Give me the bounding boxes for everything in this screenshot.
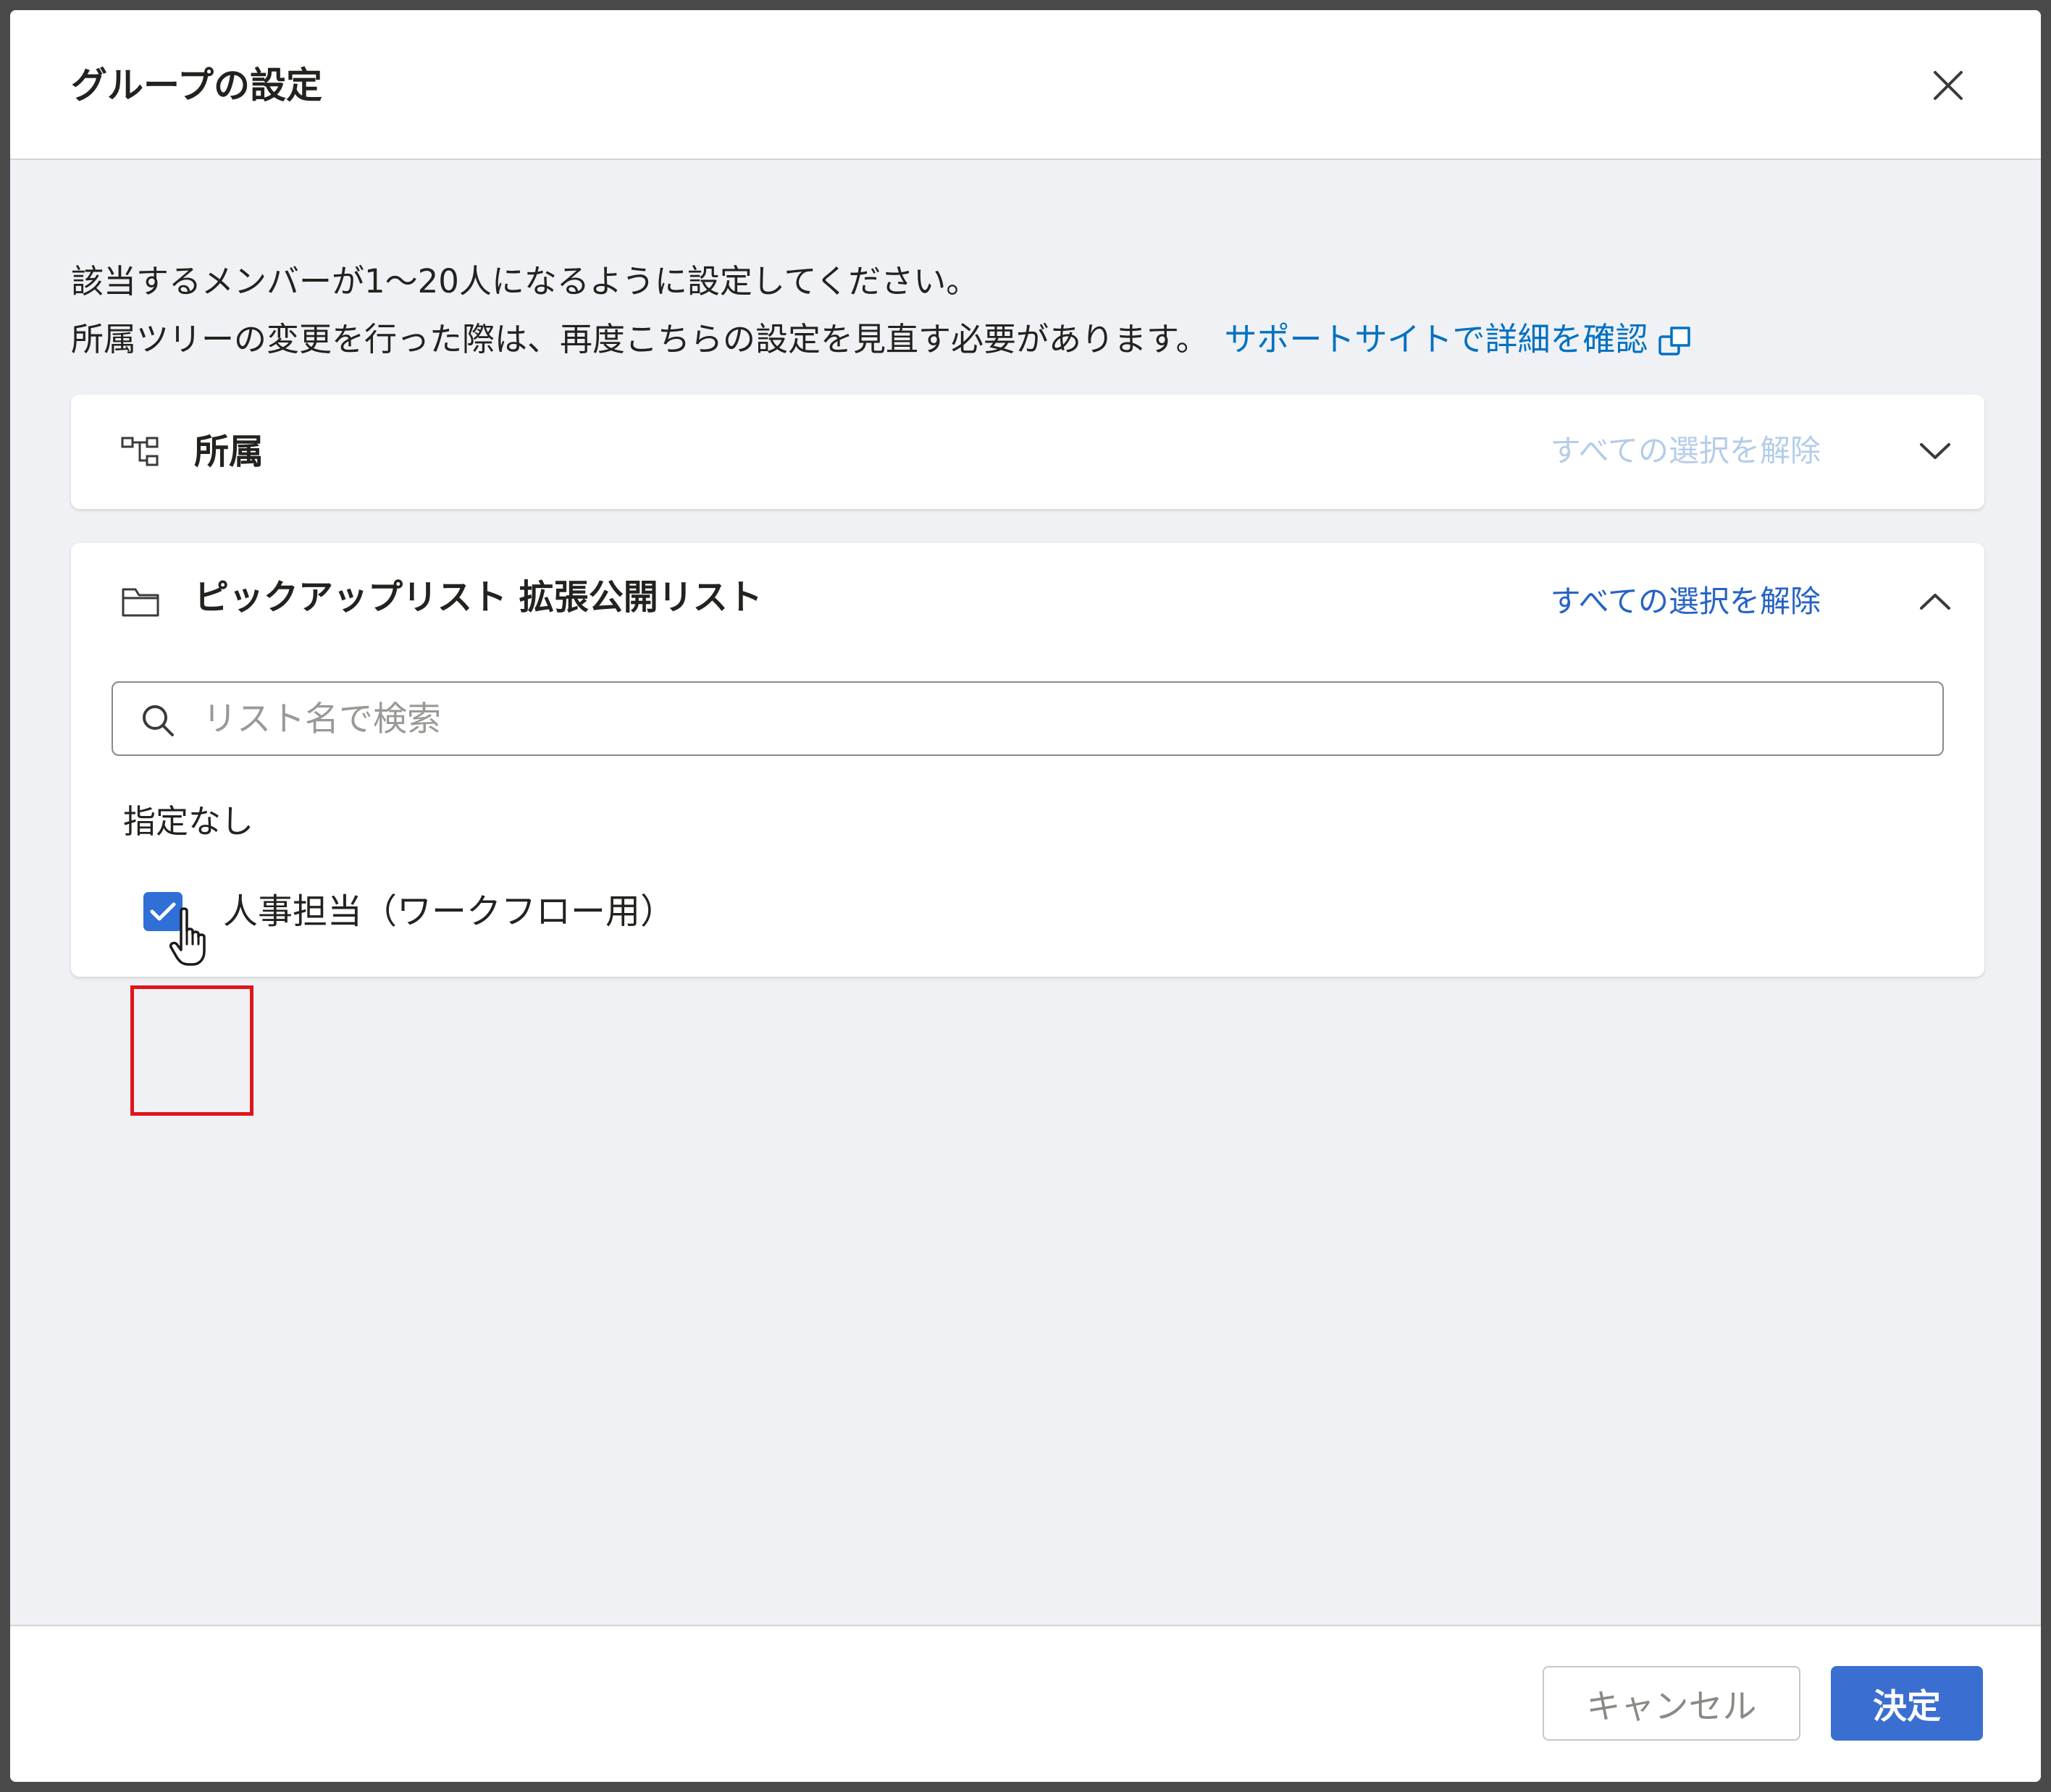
list-item: 人事担当（ワークフロー用）	[143, 880, 868, 966]
group-label: 指定なし	[123, 802, 254, 841]
checkmark-icon	[150, 902, 176, 921]
confirm-button[interactable]: 決定	[1831, 1666, 1983, 1741]
org-tree-icon	[121, 437, 159, 466]
description-line-1: 該当するメンバーが1〜20人になるように設定してください。	[71, 262, 979, 300]
affiliation-panel: 所属 すべての選択を解除	[71, 395, 1984, 509]
dialog-header: グループの設定	[10, 10, 2041, 160]
list-item-label: 人事担当（ワークフロー用）	[223, 891, 676, 932]
pickup-list-panel: ピックアップリスト 拡張公開リスト すべての選択を解除 指定なし	[71, 543, 1984, 977]
collapse-pickup-list-button[interactable]	[1913, 580, 1957, 623]
folder-icon	[122, 588, 159, 617]
support-link-text: サポートサイトで詳細を確認	[1224, 320, 1648, 358]
close-button[interactable]	[1924, 61, 1973, 110]
pickup-list-panel-title: ピックアップリスト 拡張公開リスト	[194, 577, 763, 618]
dialog-body: 該当するメンバーが1〜20人になるように設定してください。 所属ツリーの変更を行…	[10, 161, 2041, 1609]
chevron-up-icon	[1920, 594, 1950, 610]
external-link-icon	[1658, 327, 1690, 356]
affiliation-clear-all-link[interactable]: すべての選択を解除	[1551, 429, 1821, 473]
expand-affiliation-button[interactable]	[1913, 429, 1957, 473]
list-search-box	[112, 681, 1944, 756]
dialog-footer: キャンセル 決定	[10, 1625, 2041, 1782]
support-site-link[interactable]: サポートサイトで詳細を確認	[1225, 320, 1693, 358]
search-icon	[143, 705, 174, 736]
cancel-button[interactable]: キャンセル	[1543, 1666, 1800, 1741]
description-line-2-text: 所属ツリーの変更を行った際は、再度こちらの設定を見直す必要があります。	[71, 320, 1209, 358]
list-search-input[interactable]	[203, 689, 1926, 749]
affiliation-panel-title: 所属	[194, 432, 264, 472]
close-icon	[1934, 71, 1963, 100]
pickup-clear-all-link[interactable]: すべての選択を解除	[1551, 580, 1821, 623]
description-line-2: 所属ツリーの変更を行った際は、再度こちらの設定を見直す必要があります。 サポートサ…	[71, 311, 1693, 369]
description: 該当するメンバーが1〜20人になるように設定してください。 所属ツリーの変更を行…	[71, 253, 1693, 369]
dialog-title: グループの設定	[71, 64, 322, 106]
list-item-checkbox[interactable]	[143, 892, 183, 931]
highlight-annotation-box	[130, 985, 253, 1116]
chevron-down-icon	[1920, 443, 1950, 459]
group-settings-dialog: グループの設定 該当するメンバーが1〜20人になるように設定してください。 所属…	[10, 10, 2041, 1782]
